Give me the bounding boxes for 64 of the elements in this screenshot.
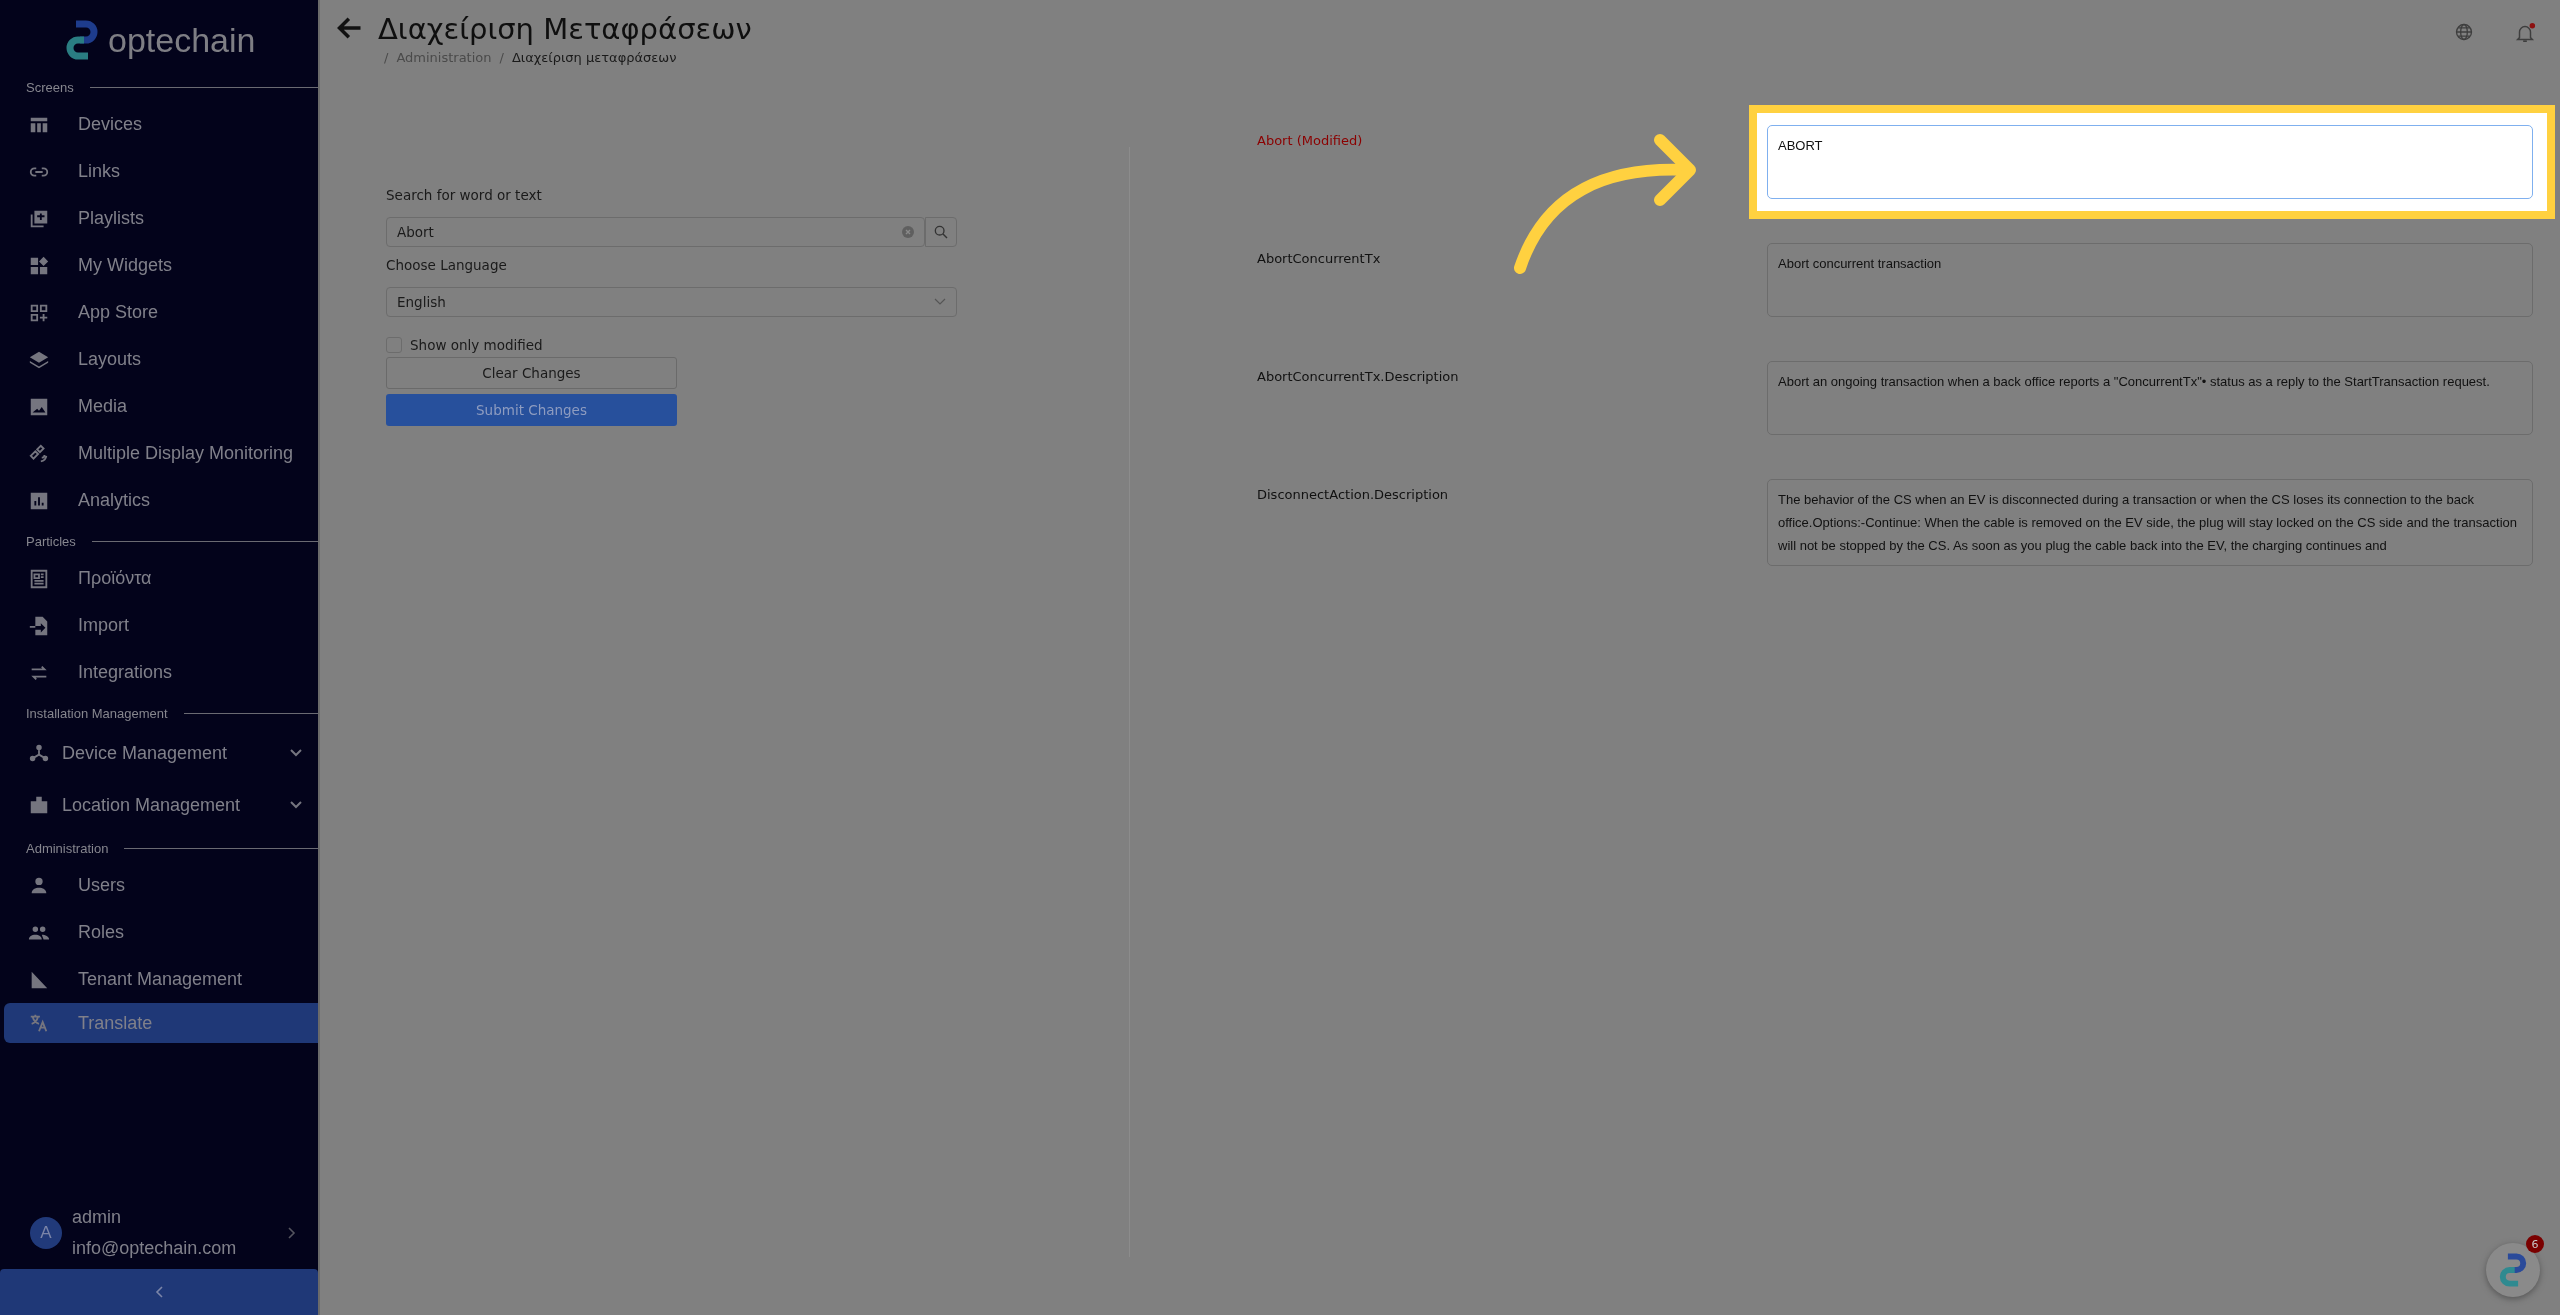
satellite-icon [28,442,50,465]
page-title: Διαχείριση Μεταφράσεων [378,12,752,46]
avatar: A [30,1217,62,1249]
translation-key: AbortConcurrentTx [1257,243,1767,266]
clear-icon[interactable] [902,226,914,238]
clear-button[interactable]: Clear Changes [386,357,677,389]
translate-icon [28,1012,50,1034]
translation-key: DisconnectAction.Description [1257,479,1767,502]
nav-item[interactable]: Media [0,383,318,430]
user-name: admin [72,1207,123,1228]
field-label: Search for word or text [386,187,542,203]
import-icon [28,614,50,637]
nav-item[interactable]: Location Management [0,779,318,831]
nav-item[interactable]: Links [0,148,318,195]
nav-item[interactable]: Import [0,602,318,649]
nav-item[interactable]: Device Management [0,727,318,779]
breadcrumb-separator: / [384,50,389,65]
nav-item[interactable]: Translate [4,1003,318,1043]
chevron-down-icon [290,749,302,757]
nav-item[interactable]: Playlists [0,195,318,242]
nav-item[interactable]: App Store [0,289,318,336]
chevron-right-icon [288,1227,296,1239]
language-dropdown[interactable]: English [386,287,957,317]
bell-icon[interactable] [2514,22,2536,44]
nav-item[interactable]: Devices [0,101,318,148]
search-field[interactable]: Abort [386,217,925,247]
search-button[interactable] [925,217,957,247]
breadcrumb-separator: / [499,50,504,65]
checkbox-label: Show only modified [410,337,543,353]
globe-icon[interactable] [2454,22,2474,42]
translation-field[interactable]: ABORT [1767,125,2533,199]
nav-item[interactable]: Multiple Display Monitoring [0,430,318,477]
widgets-icon [28,254,50,277]
breadcrumb-current: Διαχείριση μεταφράσεων [511,50,677,65]
user-menu[interactable]: A admin info@optechain.com [0,1207,318,1269]
chevron-left-icon [155,1286,163,1298]
nav-item[interactable]: My Widgets [0,242,318,289]
section-heading: Particles [26,534,76,549]
nav-item[interactable]: Roles [0,909,318,956]
nav-item[interactable]: Analytics [0,477,318,524]
translation-field[interactable]: Abort an ongoing transaction when a back office reports a "ConcurrentTx"• status as a reply to the StartTransaction request. [1767,361,2533,435]
user-email: info@optechain.com [72,1238,238,1259]
translation-field[interactable]: Abort concurrent transaction [1767,243,2533,317]
network-icon [28,742,50,764]
section-heading: Screens [26,80,74,95]
document-icon [28,567,50,590]
nav-item[interactable]: Integrations [0,649,318,696]
nav-item[interactable]: Layouts [0,336,318,383]
chevron-down-icon [290,801,302,809]
section-heading: Installation Management [26,706,168,721]
nav-item[interactable]: Users [0,862,318,909]
translation-key: Abort (Modified) [1257,125,1767,148]
section-heading: Administration [26,841,109,856]
logo-text: optechain [108,20,256,60]
notification-count: 6 [2526,1235,2544,1253]
submit-button[interactable]: Submit Changes [386,394,677,426]
translation-field[interactable]: The behavior of the CS when an EV is disconnected during a transaction or when the CS loses its connection to the back office.Options:-Continue: When the cable is removed on the EV side, the plug will stay locked on the CS side and the transaction will not be stopped by the CS. As soon as you plug the cable back into the EV, the charging continues and [1767,479,2533,566]
search-icon [933,224,949,240]
building-icon [28,794,50,816]
nav-item[interactable]: Προϊόντα [0,555,318,602]
chevron-down-icon [934,298,946,306]
nav-item[interactable]: Tenant Management [0,956,318,1003]
translation-key: AbortConcurrentTx.Description [1257,361,1767,384]
field-label: Choose Language [386,257,507,273]
